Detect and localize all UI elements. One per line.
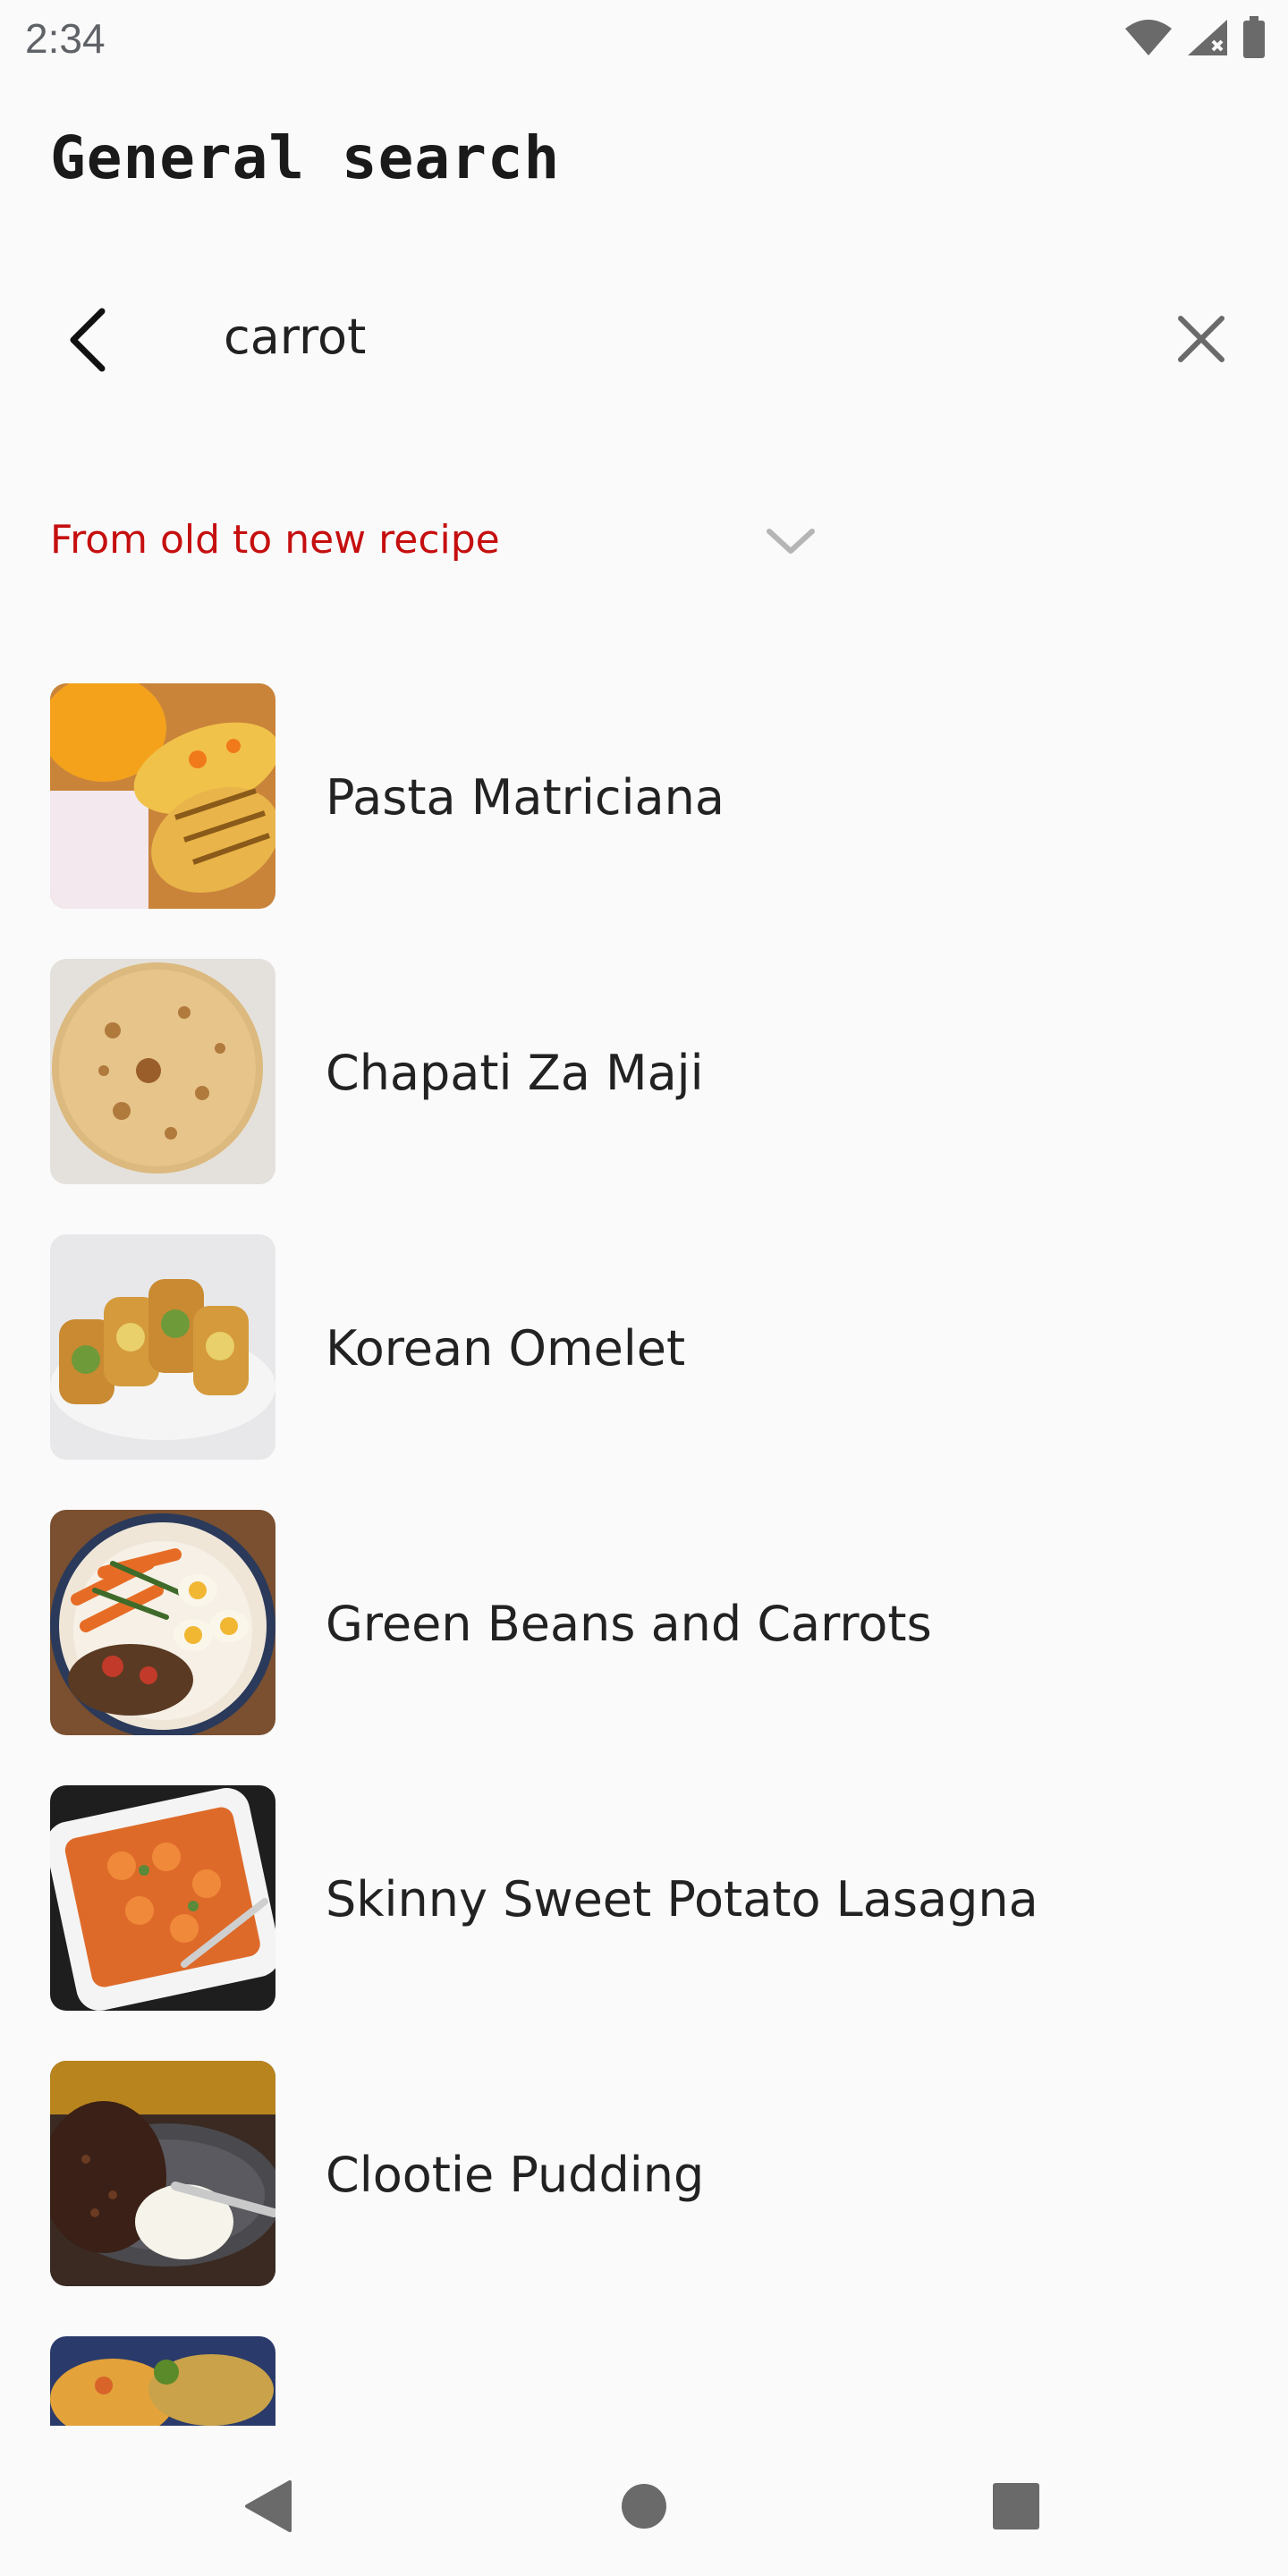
status-bar: 2:34 [0,0,1288,75]
recipe-name: Korean Omelet [326,1320,686,1377]
recipe-thumbnail [50,2061,275,2286]
recipe-thumbnail [50,2336,275,2426]
list-item[interactable]: Clootie Pudding [0,2061,1288,2336]
nav-recents-button[interactable] [971,2462,1061,2551]
status-time: 2:34 [25,15,106,62]
status-icons [1123,16,1267,59]
list-item[interactable]: Chapati Za Maji [0,959,1288,1234]
list-item[interactable]: Korean Omelet [0,1234,1288,1510]
wifi-icon [1125,20,1172,55]
sort-dropdown[interactable]: From old to new recipe [50,501,819,578]
sort-label: From old to new recipe [50,516,500,563]
recipe-thumbnail [50,683,275,909]
search-bar [0,268,1288,411]
recipe-name: Skinny Sweet Potato Lasagna [326,1871,1038,1928]
chevron-left-icon [70,308,106,372]
home-circle-icon [622,2484,666,2529]
recipe-thumbnail [50,1785,275,2011]
chevron-down-icon [767,529,815,554]
back-button[interactable] [54,301,122,379]
recipe-name: Clootie Pudding [326,2147,705,2203]
search-input[interactable] [224,301,1100,372]
list-item[interactable]: Pasta Matriciana [0,683,1288,959]
recipe-thumbnail [50,959,275,1184]
page-title: General search [50,123,561,192]
recents-square-icon [993,2483,1039,2529]
signal-icon [1188,20,1227,55]
recipe-thumbnail [50,1510,275,1735]
recipe-name: Chapati Za Maji [326,1045,704,1101]
system-nav-bar [0,2426,1288,2576]
battery-icon [1243,16,1265,58]
clear-search-button[interactable] [1168,306,1234,372]
back-triangle-icon [245,2480,292,2532]
list-item[interactable] [0,2336,1288,2426]
nav-back-button[interactable] [224,2462,313,2551]
close-icon [1178,316,1224,362]
recipe-thumbnail [50,1234,275,1460]
recipe-list: Pasta Matriciana Chapati Za Maji Korean … [0,683,1288,2426]
recipe-name: Green Beans and Carrots [326,1596,932,1652]
nav-home-button[interactable] [599,2462,689,2551]
list-item[interactable]: Green Beans and Carrots [0,1510,1288,1785]
list-item[interactable]: Skinny Sweet Potato Lasagna [0,1785,1288,2061]
recipe-name: Pasta Matriciana [326,769,724,826]
